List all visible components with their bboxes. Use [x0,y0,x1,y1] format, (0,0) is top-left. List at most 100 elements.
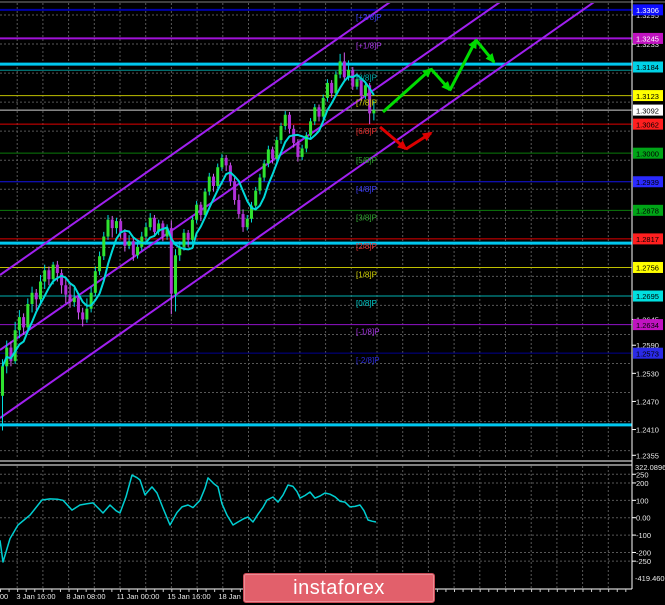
indicator-tick-label: 200 [636,479,649,488]
bear-candle-body [225,158,228,165]
bear-candle-body [123,233,126,246]
bull-candle-body [364,85,367,96]
indicator-tick-label: 0.00 [636,514,651,523]
bull-candle-body [85,309,88,320]
bear-candle-body [77,297,80,312]
bear-candle-body [187,233,190,240]
murrey-label: [5/8]P [356,156,377,165]
bear-candle-body [233,181,236,200]
bull-candle-body [18,317,21,330]
bear-candle-body [343,61,346,77]
murrey-label: [1/8]P [356,270,377,279]
bearish-arrow [406,133,431,149]
price-badge-label: 1.2695 [636,292,659,301]
bull-candle-body [128,241,131,246]
bull-candle-body [98,256,101,271]
bull-candle-body [334,74,337,93]
bull-candle-body [26,304,29,327]
bullish-arrow [383,69,431,112]
price-badge-label: 1.3184 [636,63,659,72]
bear-candle-body [22,317,25,327]
oscillator-line [0,475,376,562]
bull-candle-body [258,178,261,191]
bear-candle-body [351,70,354,87]
bull-candle-body [275,140,278,159]
bull-candle-body [301,148,304,156]
bull-candle-body [149,218,152,227]
murrey-label: [7/8]P [356,99,377,108]
price-badge-label: 1.3000 [636,149,659,158]
forex-chart-screenshot: 1.32951.32331.26451.25901.25301.24701.24… [0,0,665,605]
time-label: 00 [0,592,8,601]
bear-candle-body [237,200,240,214]
bull-candle-body [115,221,118,228]
bear-candle-body [271,149,274,158]
price-badge-label: 1.2817 [636,235,659,244]
bull-candle-body [326,83,329,98]
price-badge-label: 1.2634 [636,321,659,330]
indicator-tick-label: -200 [636,548,651,557]
bull-candle-body [254,191,257,206]
bull-candle-body [174,255,177,293]
moving-average [3,75,374,367]
bear-candle-body [56,265,59,273]
bull-candle-body [94,271,97,293]
bull-candle-body [309,121,312,135]
bull-candle-body [182,233,185,247]
bull-candle-body [280,126,283,140]
candlesticks [1,52,375,430]
bear-candle-body [132,241,135,255]
indicator-min-label: -419.460 [635,574,665,583]
bear-candle-body [199,205,202,215]
indicator-tick-label: -100 [636,531,651,540]
bull-candle-body [1,366,4,396]
bull-candle-body [216,167,219,186]
bear-candle-body [111,220,114,228]
price-badge-label: 1.2878 [636,207,659,216]
murrey-label: [+1/8]P [356,41,382,50]
indicator-tick-label: -250 [636,557,651,566]
murrey-label: [3/8]P [356,213,377,222]
bull-candle-body [52,265,55,280]
time-label: 15 Jan 16:00 [167,592,210,601]
bullish-arrow [431,69,450,90]
bull-candle-body [107,220,110,237]
murrey-label: [-2/8]P [356,356,380,365]
bear-candle-body [64,285,67,294]
forecast-arrows [380,40,494,149]
bullish-arrow [476,40,494,62]
bull-candle-body [267,149,270,163]
instaforex-watermark: instaforex [243,573,435,603]
price-tick-label: 1.2355 [636,451,659,460]
bull-candle-body [43,270,46,281]
price-badge-label: 1.3092 [636,106,659,115]
price-badge-label: 1.2573 [636,349,659,358]
indicator-axis: 322.0896-419.4602502001000.00-100-200-25… [632,463,665,583]
bull-candle-body [195,205,198,220]
bull-candle-body [220,158,223,167]
murrey-label: [6/8]P [356,127,377,136]
bull-candle-body [191,220,194,240]
bull-candle-body [204,192,207,215]
bull-candle-body [313,107,316,121]
bull-candle-body [102,237,105,257]
moving-average-line [3,75,374,367]
price-tick-label: 1.2530 [636,369,659,378]
bearish-arrow [380,127,406,149]
bear-candle-body [153,218,156,232]
watermark-text: instaforex [293,577,385,600]
bear-candle-body [47,270,50,279]
price-badge-label: 1.3123 [636,92,659,101]
bull-candle-body [14,330,17,361]
murrey-label: [0/8]P [356,299,377,308]
bull-candle-body [208,177,211,192]
bull-candle-body [372,110,375,113]
bull-candle-body [284,115,287,126]
price-tick-label: 1.2410 [636,426,659,435]
murrey-label: [8/8]P [356,73,377,82]
price-chart: 1.32951.32331.26451.25901.25301.24701.24… [0,0,665,605]
oscillator-polyline [0,475,376,562]
bear-candle-body [81,312,84,319]
price-badge-label: 1.2939 [636,178,659,187]
bear-candle-body [330,83,333,93]
